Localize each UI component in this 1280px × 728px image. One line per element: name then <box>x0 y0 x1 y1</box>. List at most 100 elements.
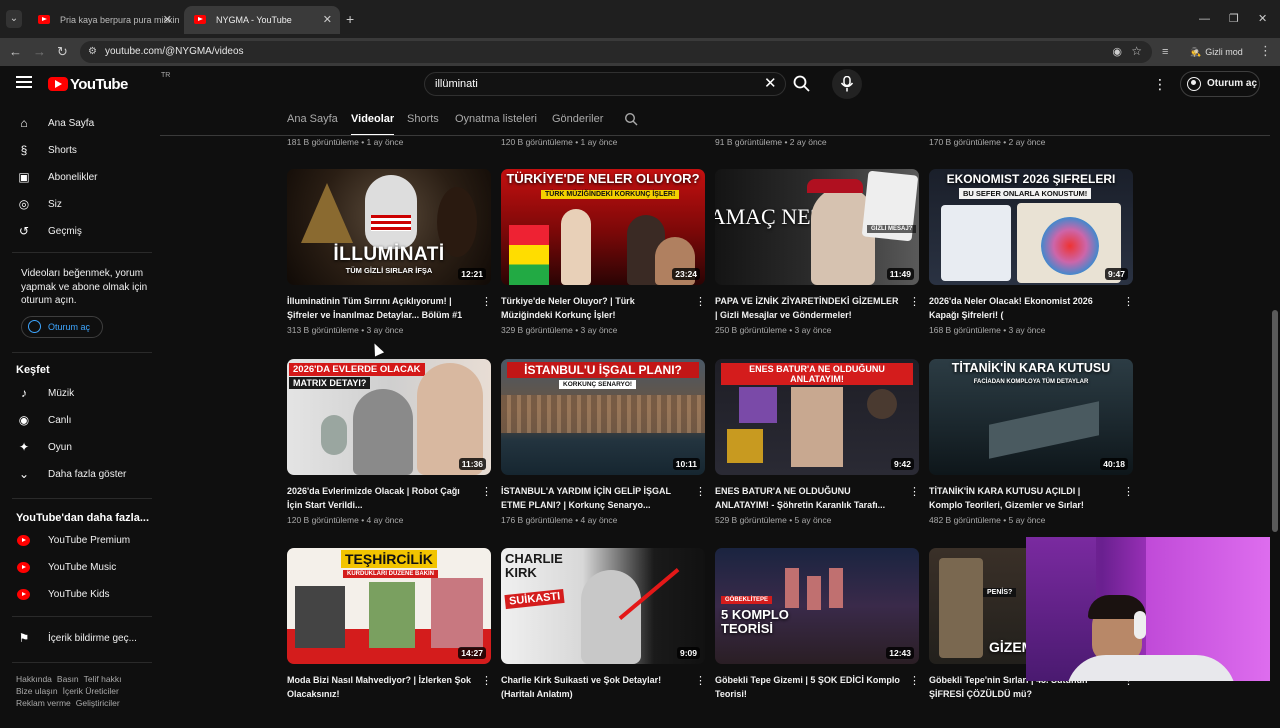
video-card[interactable]: İLLUMİNATİ TÜM GİZLİ SIRLAR İFŞA 12:21 İ… <box>287 169 492 349</box>
video-title[interactable]: 2026'da Neler Olacak! Ekonomist 2026 Kap… <box>929 295 1115 322</box>
video-menu-icon[interactable]: ⋮ <box>695 674 706 688</box>
video-title[interactable]: Moda Bizi Nasıl Mahvediyor? | İzlerken Ş… <box>287 674 473 701</box>
video-thumbnail[interactable]: ENES BATUR'A NE OLDUĞUNU ANLATAYIM! 9:42 <box>715 359 919 475</box>
video-menu-icon[interactable]: ⋮ <box>695 485 706 499</box>
tab-videos[interactable]: Videolar <box>351 102 395 136</box>
footer-link-developers[interactable]: Geliştiriciler <box>76 698 120 708</box>
footer-link-creators[interactable]: İçerik Üreticiler <box>63 686 119 696</box>
video-card[interactable]: TÜRKİYE'DE NELER OLUYOR? TÜRK MÜZİĞİNDEK… <box>501 169 706 349</box>
video-thumbnail[interactable]: AMAÇ NE? GİZLİ MESAJ? 11:49 <box>715 169 919 285</box>
video-title[interactable]: Türkiye'de Neler Oluyor? | Türk Müziğind… <box>501 295 687 322</box>
video-title[interactable]: PAPA VE İZNİK ZİYARETİNDEKİ GİZEMLER | G… <box>715 295 901 322</box>
clear-search-icon[interactable]: ✕ <box>764 74 777 94</box>
search-button[interactable] <box>788 72 816 96</box>
incognito-indicator[interactable]: 🕵 Gizli mod <box>1190 43 1243 61</box>
sidebar-item-you[interactable]: ◎ Siz <box>0 191 150 218</box>
footer-link-about[interactable]: Hakkında <box>16 674 52 684</box>
hamburger-menu-icon[interactable] <box>16 76 32 88</box>
voice-search-button[interactable] <box>832 69 862 99</box>
footer-link-contact[interactable]: Bize ulaşın <box>16 686 58 696</box>
video-title[interactable]: İSTANBUL'A YARDIM İÇİN GELİP İŞGAL ETME … <box>501 485 687 512</box>
bookmark-star-icon[interactable]: ☆ <box>1131 44 1142 58</box>
new-tab-button[interactable]: + <box>346 11 354 27</box>
video-title[interactable]: TİTANİK'İN KARA KUTUSU AÇILDI | Komplo T… <box>929 485 1115 512</box>
video-menu-icon[interactable]: ⋮ <box>909 674 920 688</box>
video-menu-icon[interactable]: ⋮ <box>481 295 492 309</box>
video-card[interactable]: EKONOMIST 2026 ŞIFRELERI BU SEFER ONLARL… <box>929 169 1134 349</box>
page-scrollbar-thumb[interactable] <box>1272 310 1278 532</box>
restore-icon[interactable]: ❐ <box>1229 12 1239 26</box>
sidebar-signin-button[interactable]: Oturum aç <box>21 316 103 338</box>
site-info-icon[interactable]: ⚙ <box>88 46 100 58</box>
video-menu-icon[interactable]: ⋮ <box>695 295 706 309</box>
video-thumbnail[interactable]: İLLUMİNATİ TÜM GİZLİ SIRLAR İFŞA 12:21 <box>287 169 491 285</box>
video-card[interactable]: TİTANİK'İN KARA KUTUSU FACİADAN KOMPLOYA… <box>929 359 1134 539</box>
video-card[interactable]: TEŞHİRCİLİK KURDUKLARI DÜZENE BAKIN 14:2… <box>287 548 492 728</box>
video-card[interactable]: GÖBEKLİTEPE 5 KOMPLO TEORİSİ 12:43 Göbek… <box>715 548 920 728</box>
video-thumbnail[interactable]: 2026'DA EVLERDE OLACAK MATRIX DETAYI? 11… <box>287 359 491 475</box>
video-thumbnail[interactable]: İSTANBUL'U İŞGAL PLANI? KORKUNÇ SENARYO!… <box>501 359 705 475</box>
tab-groups-icon[interactable]: ≡ <box>1162 43 1168 61</box>
sidebar-item-shorts[interactable]: § Shorts <box>0 137 150 164</box>
video-menu-icon[interactable]: ⋮ <box>1123 295 1134 309</box>
video-title[interactable]: ENES BATUR'A NE OLDUĞUNU ANLATAYIM! - Şö… <box>715 485 901 512</box>
search-input[interactable]: illüminati ✕ <box>424 72 786 96</box>
video-card[interactable]: ENES BATUR'A NE OLDUĞUNU ANLATAYIM! 9:42… <box>715 359 920 539</box>
sidebar-item-youtube-premium[interactable]: YouTube Premium <box>0 527 150 554</box>
sidebar-item-report[interactable]: ⚑ İçerik bildirme geç... <box>0 625 150 652</box>
sidebar-item-history[interactable]: ↺ Geçmiş <box>0 218 150 245</box>
footer-link-copyright[interactable]: Telif hakkı <box>84 674 122 684</box>
video-title[interactable]: Charlie Kirk Suikasti ve Şok Detaylar! (… <box>501 674 687 701</box>
video-thumbnail[interactable]: EKONOMIST 2026 ŞIFRELERI BU SEFER ONLARL… <box>929 169 1133 285</box>
video-title[interactable]: İlluminatinin Tüm Sırrını Açıklıyorum! |… <box>287 295 473 322</box>
back-icon[interactable]: ← <box>9 43 22 61</box>
tab-home[interactable]: Ana Sayfa <box>287 102 338 136</box>
video-thumbnail[interactable]: TİTANİK'İN KARA KUTUSU FACİADAN KOMPLOYA… <box>929 359 1133 475</box>
video-title[interactable]: 2026'da Evlerimizde Olacak | Robot Çağı … <box>287 485 473 512</box>
close-tab-icon[interactable]: ✕ <box>323 6 332 34</box>
tab-shorts[interactable]: Shorts <box>407 102 439 136</box>
sidebar-item-show-more[interactable]: ⌄ Daha fazla göster <box>0 461 150 488</box>
video-menu-icon[interactable]: ⋮ <box>1123 485 1134 499</box>
channel-search-icon[interactable] <box>624 112 638 126</box>
video-card[interactable]: 2026'DA EVLERDE OLACAK MATRIX DETAYI? 11… <box>287 359 492 539</box>
tab-search-button[interactable]: ⌄ <box>6 10 22 28</box>
video-thumbnail[interactable]: TEŞHİRCİLİK KURDUKLARI DÜZENE BAKIN 14:2… <box>287 548 491 664</box>
sidebar-item-subscriptions[interactable]: ▣ Abonelikler <box>0 164 150 191</box>
close-window-icon[interactable]: ✕ <box>1258 12 1267 26</box>
sidebar-item-youtube-kids[interactable]: YouTube Kids <box>0 581 150 608</box>
browser-tab[interactable]: Pria kaya berpura pura miskin u ✕ <box>28 6 180 34</box>
sidebar-item-gaming[interactable]: ✦ Oyun <box>0 434 150 461</box>
video-title[interactable]: Göbekli Tepe Gizemi | 5 ŞOK EDİCİ Komplo… <box>715 674 901 701</box>
video-menu-icon[interactable]: ⋮ <box>909 485 920 499</box>
sidebar-item-live[interactable]: ◉ Canlı <box>0 407 150 434</box>
footer-link-press[interactable]: Basın <box>57 674 79 684</box>
video-thumbnail[interactable]: CHARLIE KIRK SUİKASTI 9:09 <box>501 548 705 664</box>
url-text[interactable]: youtube.com/@NYGMA/videos <box>105 41 244 63</box>
minimize-icon[interactable]: — <box>1199 12 1210 26</box>
sidebar-item-youtube-music[interactable]: YouTube Music <box>0 554 150 581</box>
video-menu-icon[interactable]: ⋮ <box>909 295 920 309</box>
sidebar-item-music[interactable]: ♪ Müzik <box>0 380 150 407</box>
video-card[interactable]: İSTANBUL'U İŞGAL PLANI? KORKUNÇ SENARYO!… <box>501 359 706 539</box>
eye-off-icon[interactable]: ◉ <box>1112 45 1122 58</box>
video-card[interactable]: AMAÇ NE? GİZLİ MESAJ? 11:49 PAPA VE İZNİ… <box>715 169 920 349</box>
signin-button[interactable]: Oturum aç <box>1180 71 1260 97</box>
video-thumbnail[interactable]: TÜRKİYE'DE NELER OLUYOR? TÜRK MÜZİĞİNDEK… <box>501 169 705 285</box>
tab-posts[interactable]: Gönderiler <box>552 102 603 136</box>
video-menu-icon[interactable]: ⋮ <box>481 674 492 688</box>
forward-icon[interactable]: → <box>33 43 46 61</box>
settings-kebab-icon[interactable]: ⋮ <box>1153 76 1167 92</box>
video-menu-icon[interactable]: ⋮ <box>481 485 492 499</box>
sidebar-item-home[interactable]: ⌂ Ana Sayfa <box>0 110 150 137</box>
sidebar-divider <box>12 352 152 353</box>
browser-menu-icon[interactable]: ⋮ <box>1259 43 1272 59</box>
footer-link-advertise[interactable]: Reklam verme <box>16 698 71 708</box>
reload-icon[interactable]: ↻ <box>57 43 68 61</box>
tab-playlists[interactable]: Oynatma listeleri <box>455 102 537 136</box>
video-card[interactable]: CHARLIE KIRK SUİKASTI 9:09 Charlie Kirk … <box>501 548 706 728</box>
address-bar[interactable]: ⚙ youtube.com/@NYGMA/videos ◉ ☆ <box>80 41 1152 63</box>
close-tab-icon[interactable]: ✕ <box>163 6 172 34</box>
video-thumbnail[interactable]: GÖBEKLİTEPE 5 KOMPLO TEORİSİ 12:43 <box>715 548 919 664</box>
browser-tab-active[interactable]: NYGMA - YouTube ✕ <box>184 6 340 34</box>
